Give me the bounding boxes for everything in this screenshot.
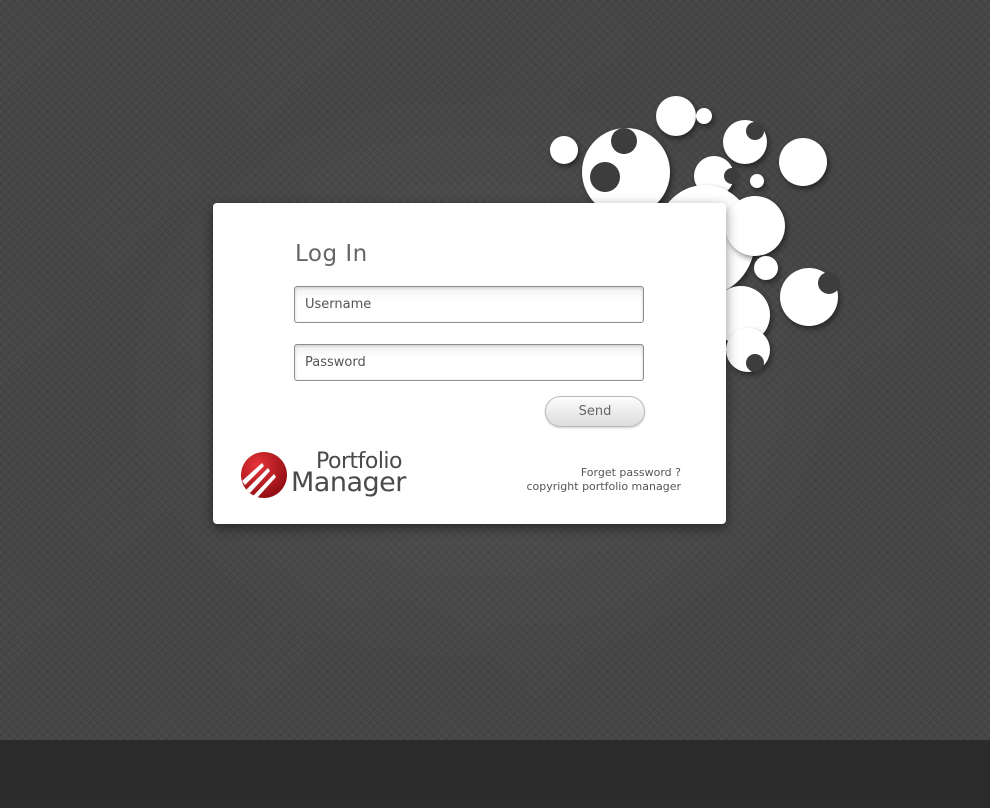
bubble	[750, 174, 764, 188]
bubble	[725, 196, 785, 256]
username-input[interactable]	[294, 286, 644, 323]
bubble-hole	[746, 354, 764, 372]
footer-links: Forget password ? copyright portfolio ma…	[526, 466, 681, 494]
login-card: Log In Send Portfolio Manager Fo	[213, 203, 726, 524]
footer-band	[0, 740, 990, 808]
bubble	[550, 136, 578, 164]
portfolio-manager-logo: Portfolio Manager	[240, 450, 430, 506]
bubble-hole	[590, 162, 620, 192]
login-page: Log In Send Portfolio Manager Fo	[0, 0, 990, 808]
logo-text-manager: Manager	[291, 467, 406, 498]
bubble	[696, 108, 712, 124]
bubble-hole	[818, 272, 840, 294]
bubble-hole	[724, 168, 740, 184]
bubble	[656, 96, 696, 136]
bubble	[754, 256, 778, 280]
password-input[interactable]	[294, 344, 644, 381]
send-button[interactable]: Send	[545, 396, 645, 427]
forgot-password-link[interactable]: Forget password ?	[526, 466, 681, 480]
bubble-hole	[611, 128, 637, 154]
bubble-hole	[746, 122, 764, 140]
login-title: Log In	[295, 241, 368, 267]
copyright-text: copyright portfolio manager	[526, 480, 681, 493]
bubble	[779, 138, 827, 186]
logo-mark-icon	[241, 452, 287, 498]
